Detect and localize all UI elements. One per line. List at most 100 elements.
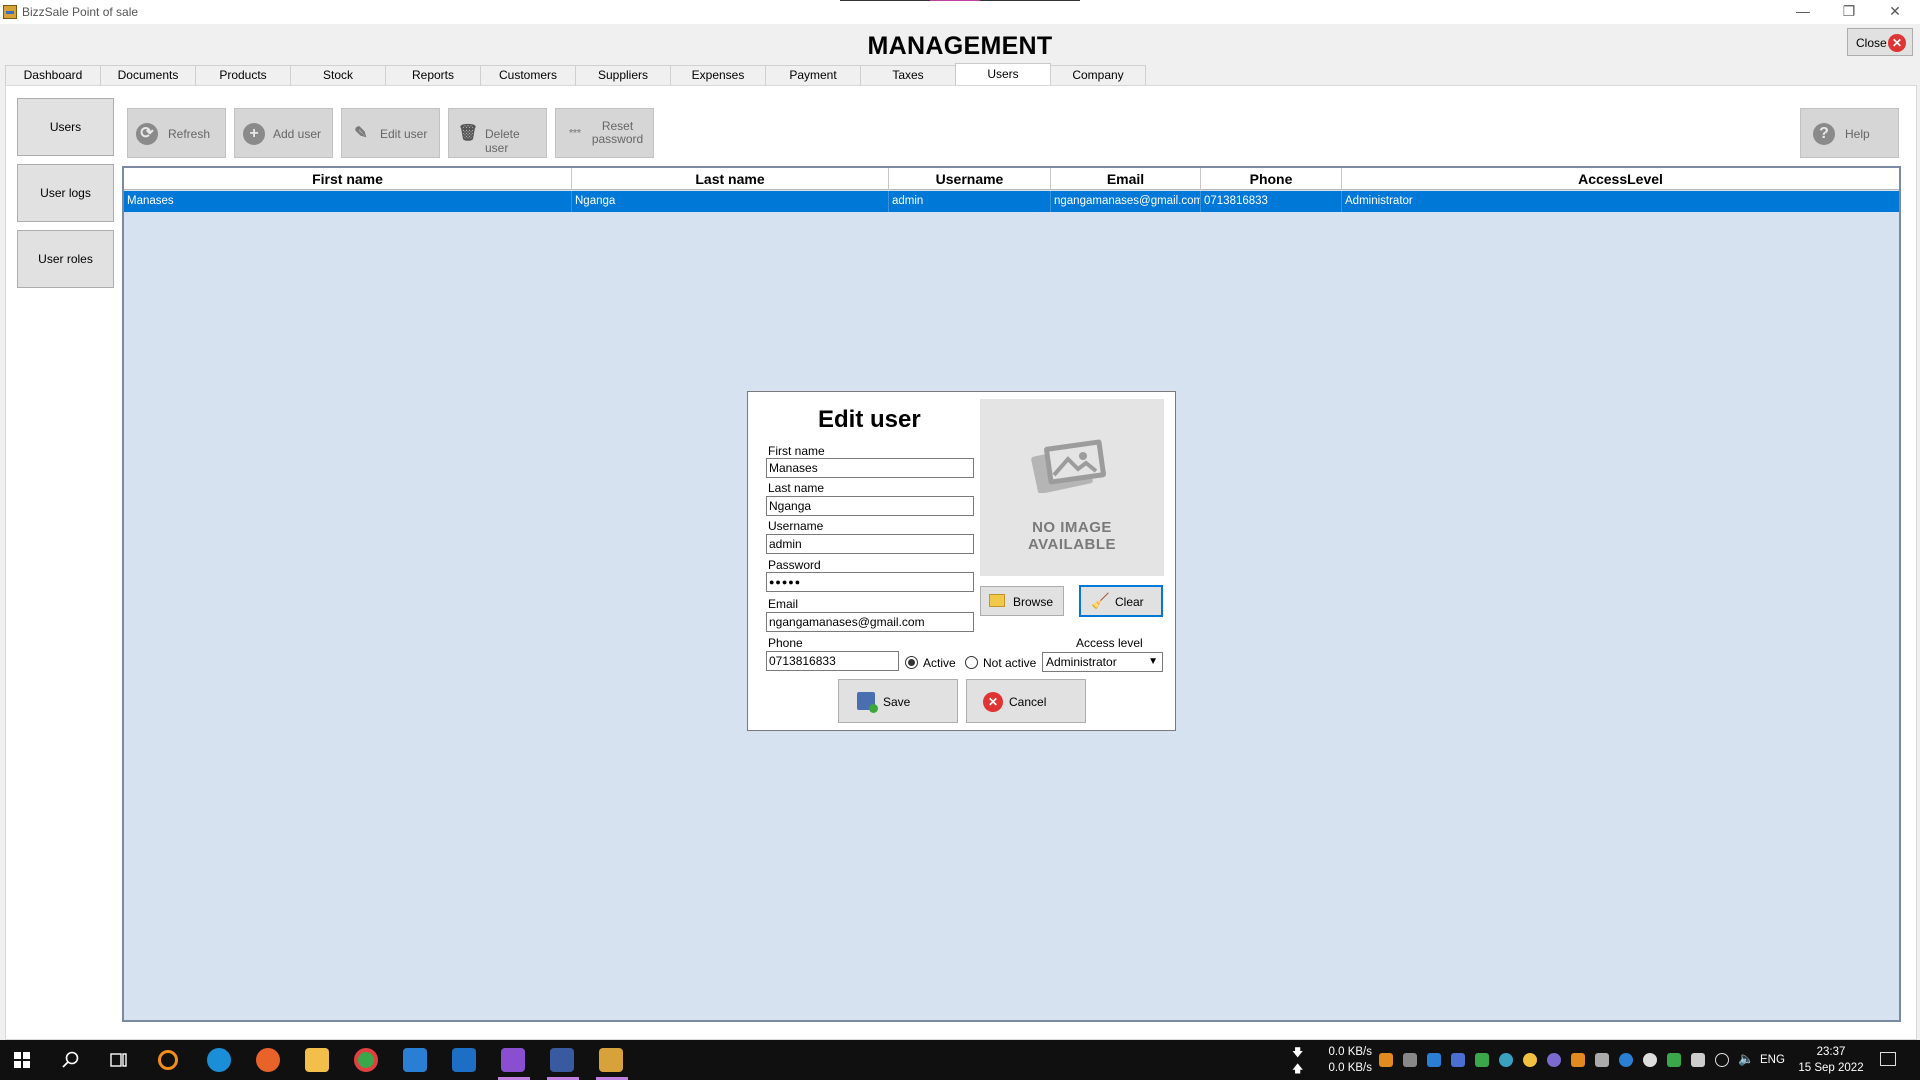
access-level-value: Administrator xyxy=(1046,655,1117,669)
volume-icon[interactable]: 🔈 xyxy=(1738,1051,1754,1067)
chrome-icon[interactable] xyxy=(354,1048,378,1072)
save-check-icon xyxy=(869,704,878,713)
tray-app-icon-7[interactable] xyxy=(1523,1053,1537,1067)
window-close-icon[interactable]: ✕ xyxy=(1872,0,1918,24)
clear-button[interactable]: 🧹 Clear xyxy=(1079,585,1163,617)
email-field[interactable]: ngangamanases@gmail.com xyxy=(766,612,974,632)
clock-time[interactable]: 23:37 xyxy=(1796,1044,1866,1060)
browse-button[interactable]: Browse xyxy=(980,586,1064,616)
add-icon: + xyxy=(243,123,265,145)
window-title: BizzSale Point of sale xyxy=(22,5,139,19)
tab-products[interactable]: Products xyxy=(195,65,291,85)
clock-date[interactable]: 15 Sep 2022 xyxy=(1796,1060,1866,1076)
password-field[interactable]: ●●●●● xyxy=(766,572,974,592)
password-label: Password xyxy=(768,558,821,572)
net-down-speed: 0.0 KB/s xyxy=(1328,1046,1372,1058)
restore-icon[interactable]: ❐ xyxy=(1826,0,1872,24)
email-label: Email xyxy=(768,597,799,611)
edge-icon[interactable] xyxy=(207,1048,231,1072)
column-header-email[interactable]: Email xyxy=(1051,168,1201,190)
access-level-label: Access level xyxy=(1076,636,1143,650)
tab-dashboard[interactable]: Dashboard xyxy=(5,65,101,85)
user-image-placeholder: NO IMAGE AVAILABLE xyxy=(980,399,1164,576)
bluetooth-icon[interactable] xyxy=(1619,1053,1633,1067)
visual-studio-icon[interactable] xyxy=(501,1048,525,1072)
tray-app-icon-3[interactable] xyxy=(1427,1053,1441,1067)
not-active-radio[interactable] xyxy=(965,656,978,669)
search-icon[interactable] xyxy=(62,1051,80,1069)
column-header-username[interactable]: Username xyxy=(889,168,1051,190)
help-button[interactable]: ? Help xyxy=(1800,108,1899,158)
file-explorer-icon[interactable] xyxy=(305,1048,329,1072)
phone-label: Phone xyxy=(768,636,803,650)
username-field[interactable]: admin xyxy=(766,534,974,554)
minimize-icon[interactable]: — xyxy=(1780,0,1826,24)
help-icon: ? xyxy=(1813,123,1835,145)
tray-app-icon-2[interactable] xyxy=(1403,1053,1417,1067)
network-globe-icon[interactable] xyxy=(1715,1053,1729,1067)
tab-taxes[interactable]: Taxes xyxy=(860,65,956,85)
tab-users[interactable]: Users xyxy=(955,63,1051,85)
table-row[interactable]: Manases Nganga admin ngangamanases@gmail… xyxy=(124,191,1899,212)
tab-documents[interactable]: Documents xyxy=(100,65,196,85)
password-icon: *** xyxy=(569,128,581,139)
tab-expenses[interactable]: Expenses xyxy=(670,65,766,85)
tab-payment-methods[interactable]: Payment methods xyxy=(765,65,861,101)
trash-icon: 🗑 xyxy=(457,125,479,142)
reset-password-button[interactable]: *** Reset password xyxy=(555,108,654,158)
battery-icon[interactable] xyxy=(1691,1053,1705,1067)
edit-user-button[interactable]: ✎ Edit user xyxy=(341,108,440,158)
tab-company[interactable]: Company xyxy=(1050,65,1146,85)
edit-user-dialog: Edit user First name Manases Last name N… xyxy=(747,391,1176,731)
delete-user-button[interactable]: 🗑 Delete user xyxy=(448,108,547,158)
tray-app-icon-6[interactable] xyxy=(1499,1053,1513,1067)
net-up-speed: 0.0 KB/s xyxy=(1328,1062,1372,1074)
cancel-button[interactable]: ✕ Cancel xyxy=(966,679,1086,723)
edit-user-label: Edit user xyxy=(380,127,428,141)
side-nav-user-logs[interactable]: User logs xyxy=(17,164,114,222)
notification-icon[interactable] xyxy=(1880,1052,1896,1066)
upload-arrow-icon: 🡅 xyxy=(1292,1063,1304,1075)
phone-field[interactable]: 0713816833 xyxy=(766,651,899,671)
search-app-icon[interactable] xyxy=(158,1050,178,1070)
windows-start-icon[interactable] xyxy=(14,1052,30,1068)
tray-app-icon-5[interactable] xyxy=(1475,1053,1489,1067)
column-header-first-name[interactable]: First name xyxy=(124,168,572,190)
side-nav-users[interactable]: Users xyxy=(17,98,114,156)
save-button[interactable]: Save xyxy=(838,679,958,723)
store-icon[interactable] xyxy=(403,1048,427,1072)
close-button[interactable]: Close ✕ xyxy=(1847,28,1913,56)
cancel-icon: ✕ xyxy=(983,692,1003,712)
tray-app-icon-10[interactable] xyxy=(1595,1053,1609,1067)
task-view-icon[interactable] xyxy=(110,1051,128,1069)
first-name-label: First name xyxy=(768,444,825,458)
app-pin-icon[interactable] xyxy=(550,1048,574,1072)
tab-customers[interactable]: Customers xyxy=(480,65,576,85)
tray-app-icon-11[interactable] xyxy=(1643,1053,1657,1067)
tab-suppliers[interactable]: Suppliers xyxy=(575,65,671,85)
mail-icon[interactable] xyxy=(452,1048,476,1072)
tray-app-icon-8[interactable] xyxy=(1547,1053,1561,1067)
security-icon[interactable] xyxy=(1667,1053,1681,1067)
tray-app-icon-4[interactable] xyxy=(1451,1053,1465,1067)
add-user-button[interactable]: + Add user xyxy=(234,108,333,158)
tab-stock[interactable]: Stock xyxy=(290,65,386,85)
tab-strip: Dashboard Documents Products Stock Repor… xyxy=(5,63,1146,101)
clear-label: Clear xyxy=(1115,595,1144,609)
column-header-last-name[interactable]: Last name xyxy=(572,168,889,190)
active-radio[interactable] xyxy=(905,656,918,669)
column-header-access-level[interactable]: AccessLevel xyxy=(1342,168,1899,190)
language-indicator[interactable]: ENG xyxy=(1760,1052,1790,1068)
access-level-select[interactable]: Administrator ▼ xyxy=(1042,652,1163,672)
first-name-field[interactable]: Manases xyxy=(766,458,974,478)
title-bar: BizzSale Point of sale — ❐ ✕ xyxy=(0,0,1920,24)
last-name-field[interactable]: Nganga xyxy=(766,496,974,516)
refresh-button[interactable]: ⟳ Refresh xyxy=(127,108,226,158)
tab-reports[interactable]: Reports xyxy=(385,65,481,85)
firefox-icon[interactable] xyxy=(256,1048,280,1072)
tray-app-icon-1[interactable] xyxy=(1379,1053,1393,1067)
tray-app-icon-9[interactable] xyxy=(1571,1053,1585,1067)
side-nav-user-roles[interactable]: User roles xyxy=(17,230,114,288)
bizzsale-taskbar-icon[interactable] xyxy=(599,1048,623,1072)
column-header-phone[interactable]: Phone xyxy=(1201,168,1342,190)
